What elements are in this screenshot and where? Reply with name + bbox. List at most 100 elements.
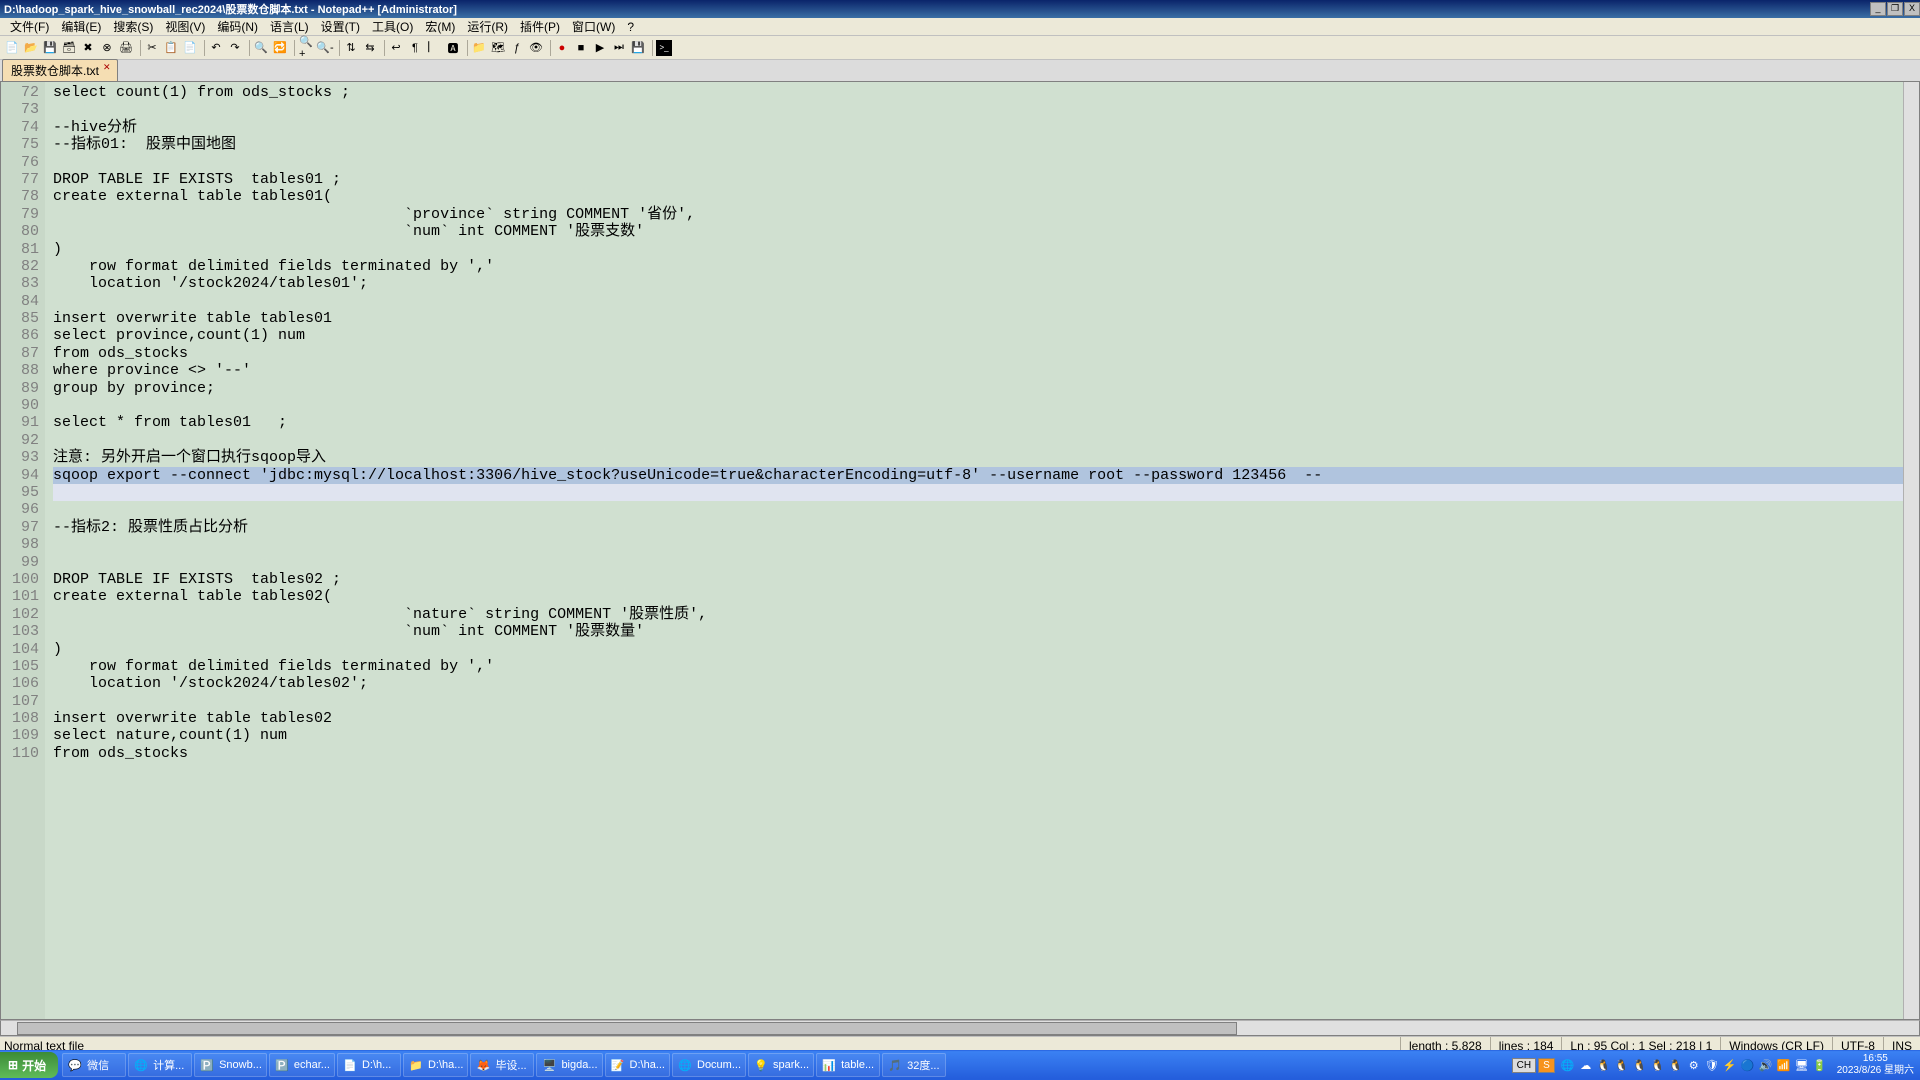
file-tab[interactable]: 股票数仓脚本.txt ✕ — [2, 59, 118, 81]
code-line[interactable]: --指标01: 股票中国地图 — [53, 136, 1903, 153]
menu-item[interactable]: 设置(T) — [315, 18, 366, 35]
word-wrap-icon[interactable]: ↩ — [388, 40, 404, 56]
play-icon[interactable]: ▶ — [592, 40, 608, 56]
language-indicator[interactable]: CH — [1512, 1058, 1536, 1073]
taskbar-item[interactable]: 🌐Docum... — [672, 1053, 746, 1077]
menu-item[interactable]: ? — [621, 20, 640, 34]
scrollbar-thumb[interactable] — [17, 1022, 1237, 1035]
menu-item[interactable]: 运行(R) — [461, 18, 514, 35]
tray-icon[interactable]: ☁ — [1579, 1058, 1593, 1072]
cut-icon[interactable]: ✂ — [144, 40, 160, 56]
tray-icon[interactable]: 🐧 — [1597, 1058, 1611, 1072]
terminal-icon[interactable]: >_ — [656, 40, 672, 56]
taskbar-item[interactable]: 💡spark... — [748, 1053, 814, 1077]
taskbar-item[interactable]: 📊table... — [816, 1053, 880, 1077]
code-line[interactable]: group by province; — [53, 380, 1903, 397]
sync-v-icon[interactable]: ⇅ — [343, 40, 359, 56]
paste-icon[interactable]: 📄 — [182, 40, 198, 56]
tray-icon[interactable]: 🐧 — [1651, 1058, 1665, 1072]
code-line[interactable] — [53, 693, 1903, 710]
code-line[interactable] — [53, 554, 1903, 571]
tray-icon[interactable]: ⚙ — [1687, 1058, 1701, 1072]
taskbar-item[interactable]: 🅿️echar... — [269, 1053, 335, 1077]
code-line[interactable]: create external table tables02( — [53, 588, 1903, 605]
tray-icon[interactable]: 🐧 — [1633, 1058, 1647, 1072]
stop-icon[interactable]: ■ — [573, 40, 589, 56]
menu-item[interactable]: 宏(M) — [419, 18, 461, 35]
copy-icon[interactable]: 📋 — [163, 40, 179, 56]
menu-item[interactable]: 搜索(S) — [107, 18, 159, 35]
taskbar-item[interactable]: 🅿️Snowb... — [194, 1053, 267, 1077]
save-icon[interactable]: 💾 — [42, 40, 58, 56]
code-line[interactable]: sqoop export --connect 'jdbc:mysql://loc… — [53, 467, 1903, 484]
code-line[interactable] — [53, 293, 1903, 310]
minimize-button[interactable]: _ — [1870, 2, 1886, 16]
taskbar-item[interactable]: 🎵32度... — [882, 1053, 946, 1077]
close-all-icon[interactable]: ⊗ — [99, 40, 115, 56]
editor[interactable]: 7273747576777879808182838485868788899091… — [0, 82, 1920, 1020]
tray-icon[interactable]: 🐧 — [1669, 1058, 1683, 1072]
all-chars-icon[interactable]: ¶ — [407, 40, 423, 56]
sync-h-icon[interactable]: ⇆ — [362, 40, 378, 56]
tray-icon[interactable]: 🔋 — [1813, 1058, 1827, 1072]
code-line[interactable] — [53, 484, 1903, 501]
tray-icon[interactable]: 🖥 — [1795, 1058, 1809, 1072]
close-file-icon[interactable]: ✖ — [80, 40, 96, 56]
code-line[interactable]: insert overwrite table tables02 — [53, 710, 1903, 727]
taskbar-item[interactable]: 💬微信 — [62, 1053, 126, 1077]
tray-icon[interactable]: 🛡 — [1705, 1058, 1719, 1072]
indent-guide-icon[interactable]: ⎸ — [426, 40, 442, 56]
tray-icon[interactable]: 🔵 — [1741, 1058, 1755, 1072]
code-line[interactable]: location '/stock2024/tables01'; — [53, 275, 1903, 292]
taskbar-clock[interactable]: 16:55 2023/8/26 星期六 — [1831, 1053, 1920, 1077]
taskbar-item[interactable]: 🌐计算... — [128, 1053, 192, 1077]
code-area[interactable]: select count(1) from ods_stocks ; --hive分… — [45, 82, 1903, 1019]
new-file-icon[interactable]: 📄 — [4, 40, 20, 56]
menu-item[interactable]: 文件(F) — [4, 18, 55, 35]
code-line[interactable]: location '/stock2024/tables02'; — [53, 675, 1903, 692]
code-line[interactable]: `nature` string COMMENT '股票性质', — [53, 606, 1903, 623]
vertical-scrollbar[interactable] — [1903, 82, 1919, 1019]
redo-icon[interactable]: ↷ — [227, 40, 243, 56]
code-line[interactable]: select * from tables01 ; — [53, 414, 1903, 431]
code-line[interactable]: `province` string COMMENT '省份', — [53, 206, 1903, 223]
code-line[interactable]: row format delimited fields terminated b… — [53, 258, 1903, 275]
code-line[interactable] — [53, 397, 1903, 414]
code-line[interactable]: ) — [53, 641, 1903, 658]
taskbar-item[interactable]: 🖥️bigda... — [536, 1053, 602, 1077]
folder-icon[interactable]: 📁 — [471, 40, 487, 56]
menu-item[interactable]: 工具(O) — [366, 18, 419, 35]
lang-icon[interactable]: 🅰 — [445, 40, 461, 56]
code-line[interactable]: where province <> '--' — [53, 362, 1903, 379]
start-button[interactable]: ⊞ 开始 — [0, 1052, 58, 1078]
menu-item[interactable]: 编码(N) — [211, 18, 264, 35]
replace-icon[interactable]: 🔁 — [272, 40, 288, 56]
code-line[interactable]: insert overwrite table tables01 — [53, 310, 1903, 327]
menu-item[interactable]: 视图(V) — [159, 18, 211, 35]
code-line[interactable]: DROP TABLE IF EXISTS tables01 ; — [53, 171, 1903, 188]
tray-icon[interactable]: 🐧 — [1615, 1058, 1629, 1072]
code-line[interactable]: `num` int COMMENT '股票支数' — [53, 223, 1903, 240]
taskbar-item[interactable]: 📄D:\h... — [337, 1053, 401, 1077]
code-line[interactable]: `num` int COMMENT '股票数量' — [53, 623, 1903, 640]
doc-map-icon[interactable]: 🗺 — [490, 40, 506, 56]
record-icon[interactable]: ● — [554, 40, 570, 56]
menu-item[interactable]: 编辑(E) — [55, 18, 107, 35]
code-line[interactable]: from ods_stocks — [53, 745, 1903, 762]
code-line[interactable]: create external table tables01( — [53, 188, 1903, 205]
code-line[interactable]: select count(1) from ods_stocks ; — [53, 84, 1903, 101]
code-line[interactable] — [53, 154, 1903, 171]
code-line[interactable]: select nature,count(1) num — [53, 727, 1903, 744]
play-multi-icon[interactable]: ⏭ — [611, 40, 627, 56]
open-file-icon[interactable]: 📂 — [23, 40, 39, 56]
code-line[interactable]: row format delimited fields terminated b… — [53, 658, 1903, 675]
tab-close-icon[interactable]: ✕ — [103, 62, 113, 72]
monitor-icon[interactable]: 👁 — [528, 40, 544, 56]
tray-icon[interactable]: 📶 — [1777, 1058, 1791, 1072]
menu-item[interactable]: 窗口(W) — [566, 18, 621, 35]
code-line[interactable]: select province,count(1) num — [53, 327, 1903, 344]
print-icon[interactable]: 🖨 — [118, 40, 134, 56]
undo-icon[interactable]: ↶ — [208, 40, 224, 56]
code-line[interactable]: --hive分析 — [53, 119, 1903, 136]
code-line[interactable]: DROP TABLE IF EXISTS tables02 ; — [53, 571, 1903, 588]
